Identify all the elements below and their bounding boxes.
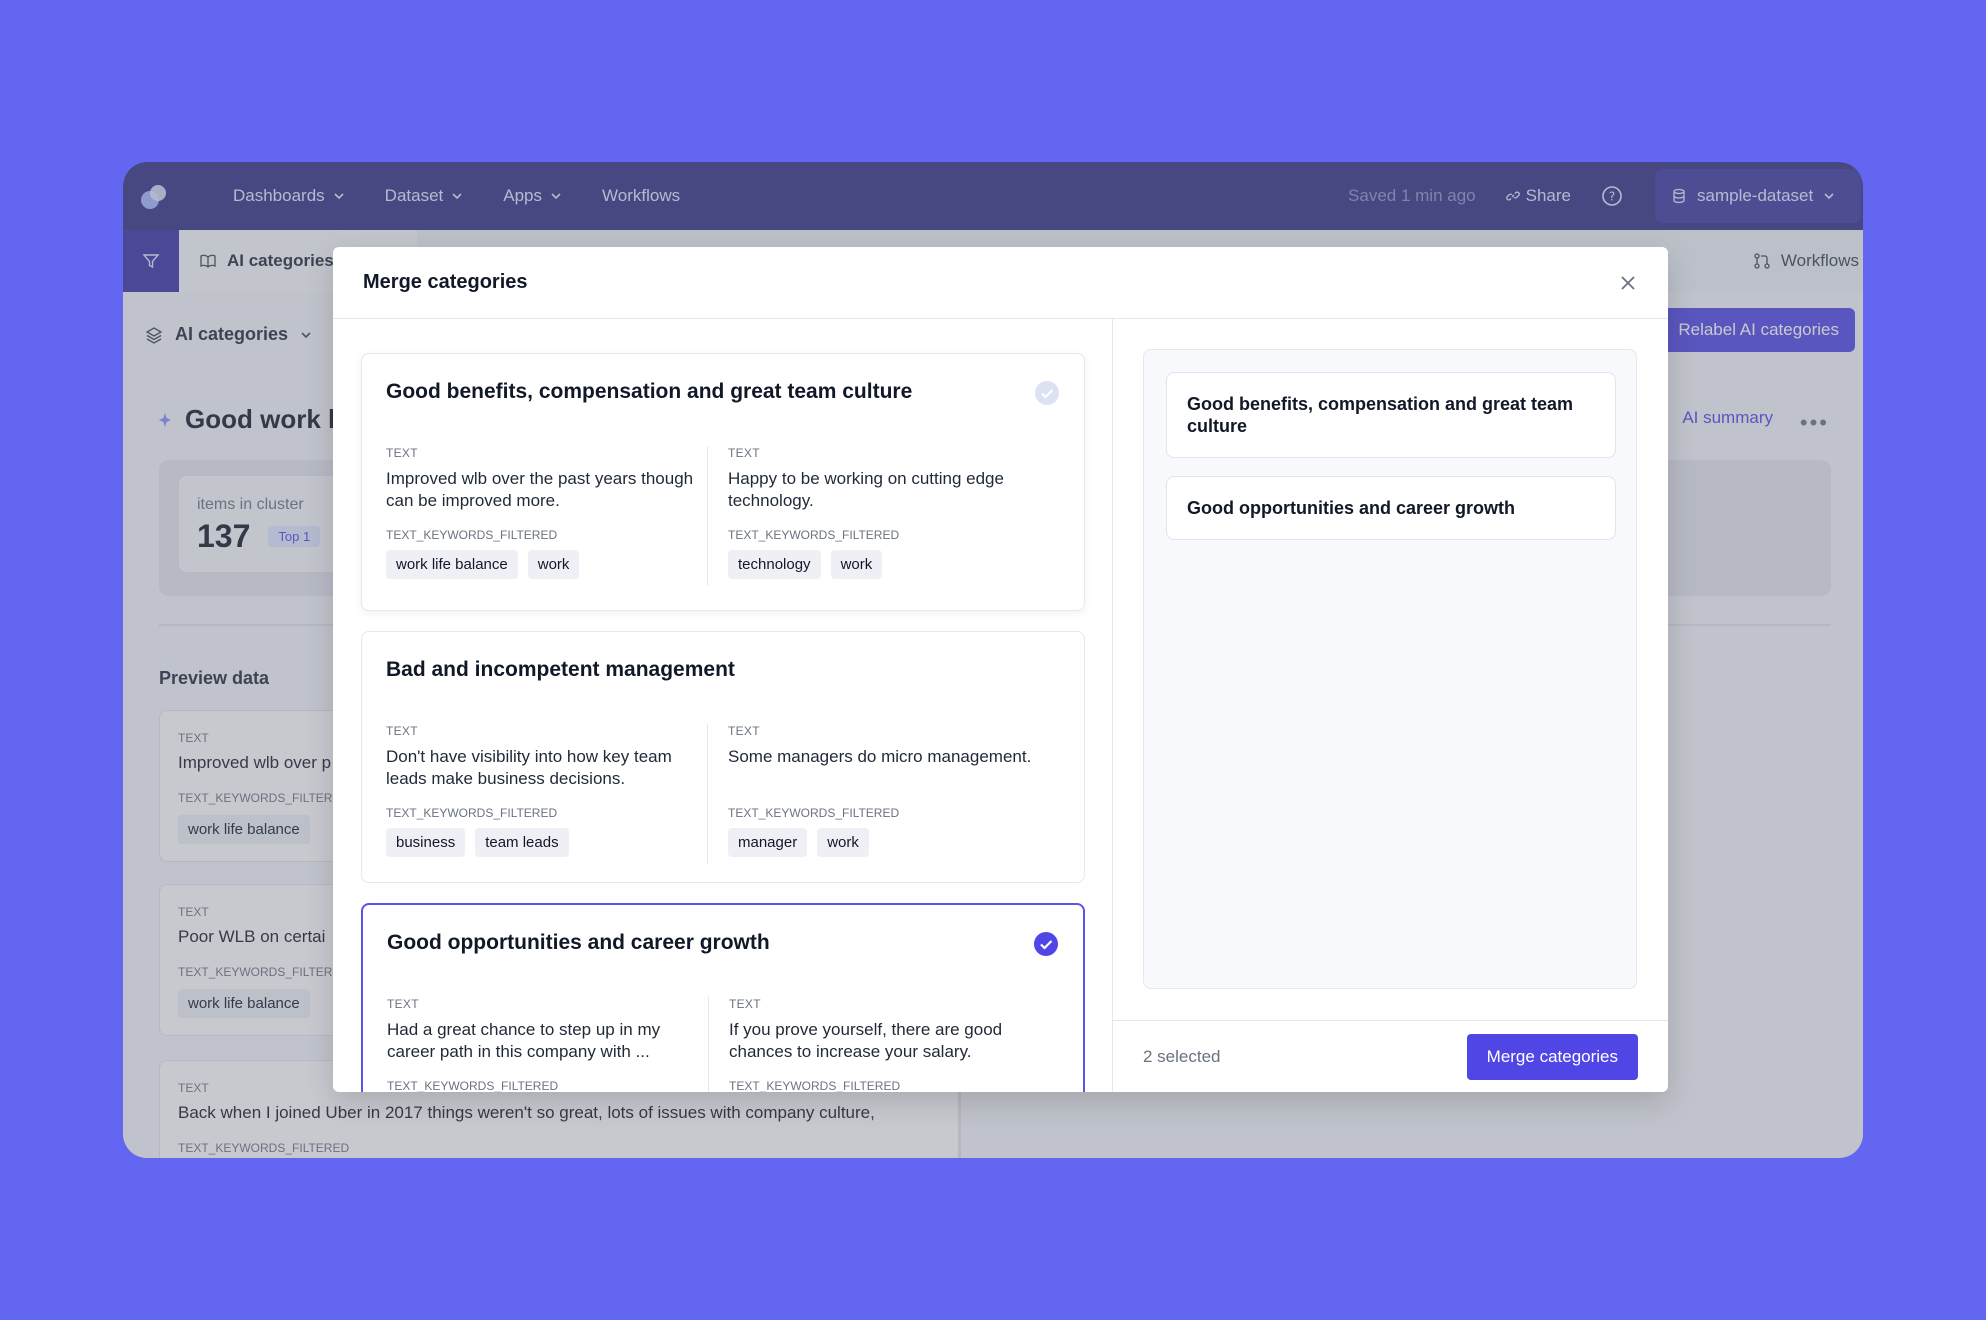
tag-list: business team leads xyxy=(386,828,706,857)
keyword-tag: technology xyxy=(728,550,821,579)
category-title: Bad and incompetent management xyxy=(386,658,735,681)
keywords-label: TEXT_KEYWORDS_FILTERED xyxy=(386,528,558,542)
category-title: Good opportunities and career growth xyxy=(387,931,770,954)
sample-right: TEXT If you prove yourself, there are go… xyxy=(729,997,1049,1092)
sample-label: TEXT xyxy=(728,724,760,738)
category-card-selected[interactable]: Good opportunities and career growth TEX… xyxy=(361,903,1085,1092)
selected-panel: Good benefits, compensation and great te… xyxy=(1113,319,1668,1092)
sample-text: Had a great chance to step up in my care… xyxy=(387,1020,661,1061)
keywords-label: TEXT_KEYWORDS_FILTERED xyxy=(387,1079,559,1092)
selected-list: Good benefits, compensation and great te… xyxy=(1143,349,1637,989)
sample-left: TEXT Don't have visibility into how key … xyxy=(386,724,706,857)
category-list: Good benefits, compensation and great te… xyxy=(333,319,1113,1092)
sample-label: TEXT xyxy=(387,997,419,1011)
sample-right: TEXT Happy to be working on cutting edge… xyxy=(728,446,1048,579)
column-divider xyxy=(708,997,709,1092)
selected-category-item[interactable]: Good opportunities and career growth xyxy=(1166,476,1616,540)
keyword-tag: work xyxy=(830,550,883,579)
keyword-tag: business xyxy=(386,828,466,857)
check-circle-icon[interactable] xyxy=(1034,380,1060,406)
keywords-label: TEXT_KEYWORDS_FILTERED xyxy=(728,806,900,820)
sample-label: TEXT xyxy=(386,446,418,460)
sample-text: Improved wlb over the past years though … xyxy=(386,469,694,510)
category-title: Good benefits, compensation and great te… xyxy=(386,380,913,403)
keywords-label: TEXT_KEYWORDS_FILTERED xyxy=(386,806,558,820)
check-circle-icon[interactable] xyxy=(1033,931,1059,957)
keywords-label: TEXT_KEYWORDS_FILTERED xyxy=(728,528,900,542)
sample-text: Don't have visibility into how key team … xyxy=(386,747,672,788)
keyword-tag: manager xyxy=(728,828,808,857)
merge-categories-modal: Merge categories Good benefits, compensa… xyxy=(333,247,1668,1092)
keywords-label: TEXT_KEYWORDS_FILTERED xyxy=(729,1079,901,1092)
selected-count: 2 selected xyxy=(1143,1046,1221,1066)
category-card[interactable]: Bad and incompetent management TEXT Don'… xyxy=(361,631,1085,883)
keyword-tag: team leads xyxy=(475,828,569,857)
modal-footer: 2 selected Merge categories xyxy=(1113,1020,1668,1092)
close-icon[interactable] xyxy=(1618,273,1638,293)
sample-label: TEXT xyxy=(728,446,760,460)
column-divider xyxy=(707,446,708,586)
sample-label: TEXT xyxy=(729,997,761,1011)
modal-header: Merge categories xyxy=(333,247,1668,319)
sample-left: TEXT Improved wlb over the past years th… xyxy=(386,446,706,579)
keyword-tag: work xyxy=(527,550,580,579)
merge-categories-button[interactable]: Merge categories xyxy=(1466,1033,1638,1080)
sample-text: If you prove yourself, there are good ch… xyxy=(729,1020,1003,1061)
sample-left: TEXT Had a great chance to step up in my… xyxy=(387,997,707,1092)
keyword-tag: work life balance xyxy=(386,550,518,579)
sample-text: Some managers do micro management. xyxy=(728,747,1032,766)
selected-category-item[interactable]: Good benefits, compensation and great te… xyxy=(1166,372,1616,458)
sample-text: Happy to be working on cutting edge tech… xyxy=(728,469,1004,510)
sample-right: TEXT Some managers do micro management. … xyxy=(728,724,1048,857)
tag-list: work life balance work xyxy=(386,550,706,579)
modal-title: Merge categories xyxy=(363,271,528,293)
keyword-tag: work xyxy=(817,828,869,857)
category-card[interactable]: Good benefits, compensation and great te… xyxy=(361,353,1085,611)
sample-label: TEXT xyxy=(386,724,418,738)
column-divider xyxy=(707,724,708,864)
tag-list: technology work xyxy=(728,550,1048,579)
tag-list: manager work xyxy=(728,828,1048,857)
